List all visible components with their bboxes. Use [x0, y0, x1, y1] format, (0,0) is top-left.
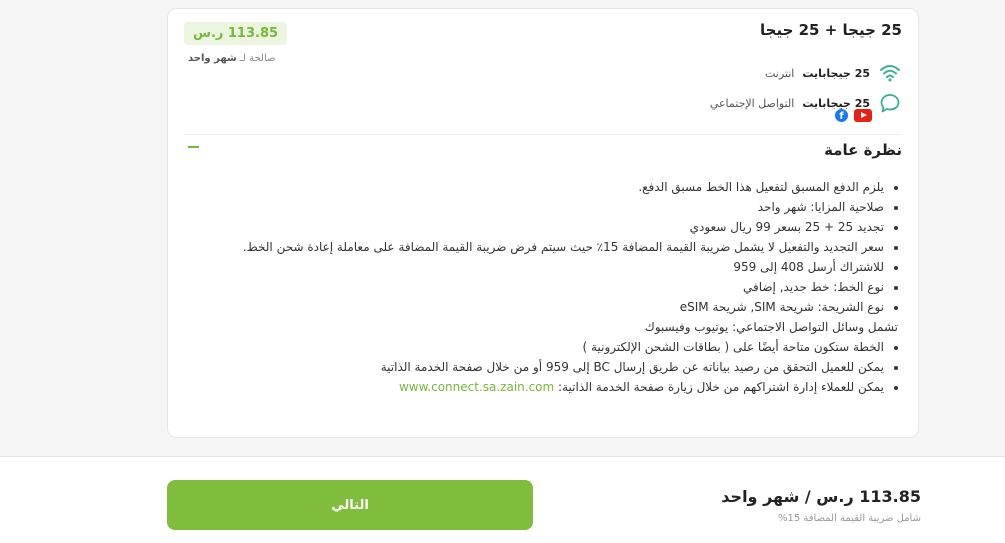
wifi-icon [878, 61, 902, 85]
list-item: تجديد 25 + 25 بسعر 99 ريال سعودي [179, 217, 884, 237]
plan-title: 25 جيجا + 25 جيجا [760, 21, 902, 39]
next-button[interactable]: التالي [167, 480, 533, 530]
list-item-text: يمكن للعملاء إدارة اشتراكهم من خلال زيار… [558, 380, 884, 394]
social-heading: تشمل وسائل التواصل الاجتماعي: يوتيوب وفي… [644, 320, 898, 334]
list-item: نوع الشريحة: شريحة SIM, شريحة eSIM [179, 297, 884, 317]
list-item: يمكن للعملاء إدارة اشتراكهم من خلال زيار… [179, 377, 884, 397]
list-item: يمكن للعميل التحقق من رصيد بياناته عن طر… [179, 357, 884, 377]
self-service-link[interactable]: www.connect.sa.zain.com [399, 380, 554, 394]
validity-value: شهر واحد [188, 53, 237, 64]
social-row: 25 جيجابايت التواصل الإجتماعي [710, 91, 902, 115]
social-amount: 25 جيجابايت [802, 96, 870, 110]
internet-amount: 25 جيجابايت [802, 66, 870, 80]
price-badge: 113.85 ر.س [184, 22, 288, 45]
facebook-icon: f [835, 109, 848, 122]
youtube-icon [854, 109, 872, 122]
list-item: يلزم الدفع المسبق لتفعيل هذا الخط مسبق ا… [179, 177, 884, 197]
list-item: صلاحية المزايا: شهر واحد [179, 197, 884, 217]
validity: صالحة لـ شهر واحد [188, 53, 276, 64]
list-item: للاشتراك أرسل 408 إلى 959 [179, 257, 884, 277]
overview-title: نظرة عامة [824, 141, 902, 159]
divider [184, 134, 902, 135]
list-item: سعر التجديد والتفعيل لا يشمل ضريبة القيم… [179, 237, 884, 257]
overview-list: يلزم الدفع المسبق لتفعيل هذا الخط مسبق ا… [179, 177, 898, 397]
total-price: 113.85 ر.س / شهر واحد [721, 487, 921, 506]
chat-bubble-icon [878, 91, 902, 115]
list-item: الخطة ستكون متاحة أيضًا على ( بطاقات الش… [179, 337, 884, 357]
social-apps: f [835, 109, 872, 122]
internet-row: 25 جيجابايت انترنت [765, 61, 902, 85]
list-item: نوع الخط: خط جديد, إضافي [179, 277, 884, 297]
validity-prefix: صالحة لـ [239, 53, 276, 64]
social-label: التواصل الإجتماعي [709, 96, 795, 110]
vat-note: شامل ضريبة القيمة المضافة 15% [777, 513, 921, 524]
internet-label: انترنت [764, 66, 795, 80]
collapse-icon[interactable] [188, 146, 199, 148]
plan-card: 25 جيجا + 25 جيجا 25 جيجابايت انترنت 25 … [167, 8, 919, 438]
